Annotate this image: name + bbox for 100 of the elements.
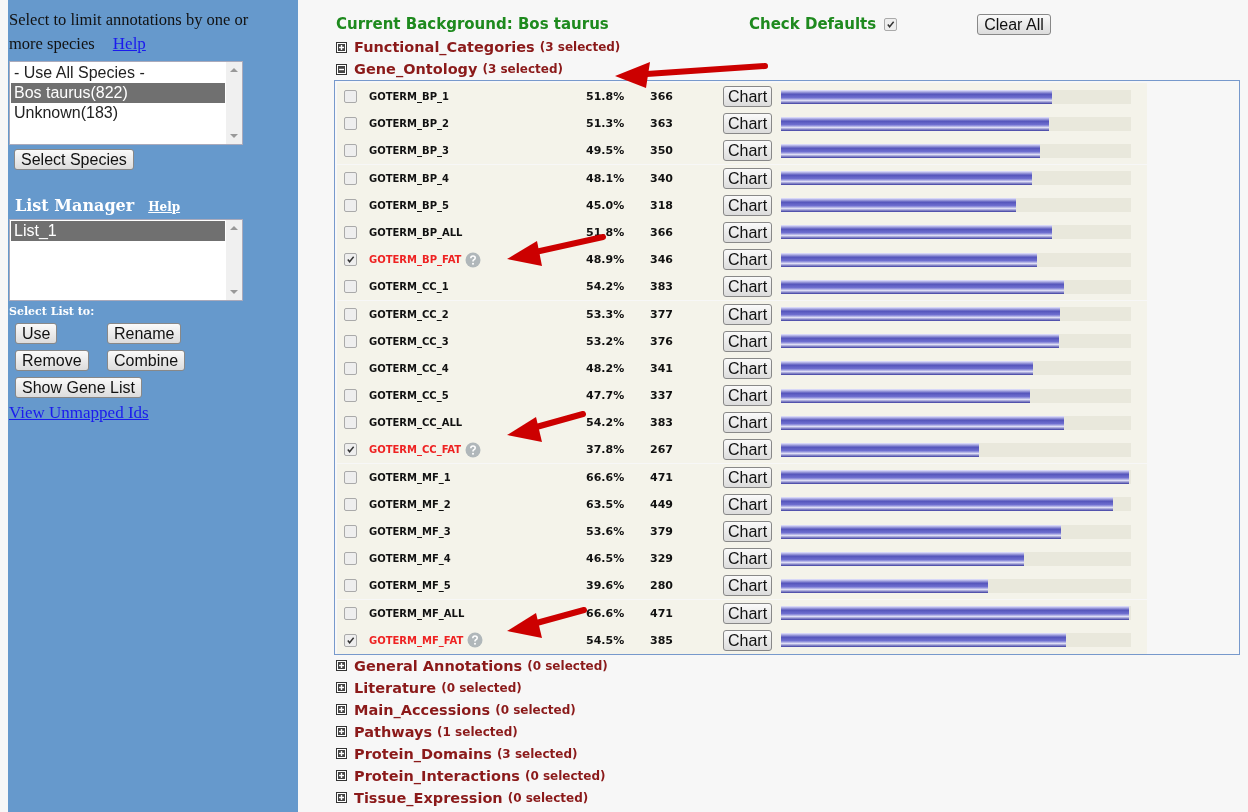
- term-checkbox[interactable]: [344, 470, 357, 484]
- list-action-button[interactable]: Remove: [15, 350, 89, 371]
- toggle-icon[interactable]: [336, 660, 347, 672]
- toggle-icon[interactable]: [336, 41, 347, 53]
- section-title[interactable]: Main_Accessions: [354, 701, 491, 718]
- term-name: GOTERM_BP_4: [369, 172, 449, 184]
- select-species-button[interactable]: Select Species: [14, 149, 134, 170]
- percent-value: 48.9%: [586, 253, 626, 267]
- term-checkbox[interactable]: [344, 361, 357, 375]
- term-checkbox[interactable]: [344, 416, 357, 430]
- term-checkbox[interactable]: [344, 117, 357, 131]
- chart-button[interactable]: Chart: [723, 412, 773, 434]
- chart-button[interactable]: Chart: [723, 439, 773, 461]
- section-title[interactable]: Literature: [354, 679, 437, 696]
- term-checkbox[interactable]: [344, 280, 357, 294]
- chart-button[interactable]: Chart: [723, 249, 773, 271]
- check-defaults-checkbox[interactable]: [884, 17, 898, 31]
- list-listbox[interactable]: List_1: [9, 219, 243, 301]
- chart-button[interactable]: Chart: [723, 385, 773, 407]
- species-option[interactable]: - Use All Species -: [11, 63, 225, 83]
- term-checkbox[interactable]: [344, 334, 357, 348]
- chart-button[interactable]: Chart: [723, 167, 773, 189]
- section-title[interactable]: Protein_Interactions: [354, 767, 520, 784]
- list-action-button[interactable]: Combine: [107, 350, 186, 371]
- percent-value: 39.6%: [586, 579, 626, 593]
- list-action-button[interactable]: Rename: [107, 323, 182, 344]
- chart-button[interactable]: Chart: [723, 113, 773, 135]
- species-option[interactable]: Unknown(183): [11, 103, 225, 123]
- toggle-icon[interactable]: [336, 748, 347, 760]
- chart-button[interactable]: Chart: [723, 548, 773, 570]
- show-gene-list-button[interactable]: Show Gene List: [15, 377, 142, 398]
- species-option[interactable]: Bos taurus(822): [11, 83, 225, 103]
- toggle-icon[interactable]: [336, 704, 347, 716]
- clear-all-button[interactable]: Clear All: [977, 13, 1051, 35]
- chart-button[interactable]: Chart: [723, 493, 773, 515]
- term-checkbox[interactable]: [344, 225, 357, 239]
- term-checkbox[interactable]: [344, 497, 357, 511]
- term-checkbox[interactable]: [344, 90, 357, 103]
- chart-button[interactable]: Chart: [723, 466, 773, 488]
- chart-button[interactable]: Chart: [723, 602, 773, 624]
- percent-value: 37.8%: [586, 443, 626, 457]
- term-name: GOTERM_MF_5: [369, 580, 451, 592]
- term-checkbox[interactable]: [344, 389, 357, 403]
- toggle-icon[interactable]: [336, 726, 347, 738]
- chart-button[interactable]: Chart: [723, 330, 773, 352]
- percent-value: 53.6%: [586, 525, 626, 538]
- species-listbox[interactable]: - Use All Species - Bos taurus(822) Unknown(183): [9, 61, 243, 145]
- chart-button[interactable]: Chart: [723, 629, 773, 651]
- chart-button[interactable]: Chart: [723, 575, 773, 597]
- gene-count: 280: [650, 579, 674, 593]
- term-checkbox[interactable]: [344, 552, 357, 566]
- list-option[interactable]: List_1: [11, 221, 225, 241]
- section-title[interactable]: Functional_Categories: [354, 39, 535, 55]
- section-title[interactable]: Tissue_Expression: [354, 789, 503, 806]
- term-checkbox[interactable]: [344, 307, 357, 321]
- chart-button[interactable]: Chart: [723, 221, 773, 243]
- selected-count: (3 selected): [482, 62, 564, 76]
- section-title[interactable]: Gene_Ontology: [354, 61, 478, 77]
- species-prompt: Select to limit annotations by one or more species Help: [9, 9, 250, 55]
- toggle-icon[interactable]: [336, 682, 347, 694]
- gene-count: 383: [650, 416, 674, 430]
- toggle-icon[interactable]: [336, 792, 347, 804]
- gene-count: 383: [650, 280, 674, 294]
- toggle-icon[interactable]: [336, 63, 347, 75]
- chart-button[interactable]: Chart: [723, 276, 773, 298]
- term-checkbox[interactable]: [344, 606, 357, 620]
- term-name: GOTERM_CC_3: [369, 335, 449, 347]
- chart-button[interactable]: Chart: [723, 140, 773, 162]
- toggle-icon[interactable]: [336, 770, 347, 782]
- term-name: GOTERM_BP_3: [369, 145, 449, 157]
- section-title[interactable]: General Annotations: [354, 657, 523, 674]
- percent-value: 54.2%: [586, 280, 626, 294]
- help-icon[interactable]: [465, 251, 482, 268]
- term-checkbox[interactable]: [344, 443, 357, 457]
- chart-button[interactable]: Chart: [723, 303, 773, 325]
- chart-button[interactable]: Chart: [723, 521, 773, 542]
- list-action-button[interactable]: Use: [15, 323, 58, 344]
- term-checkbox[interactable]: [344, 253, 357, 267]
- term-checkbox[interactable]: [344, 525, 357, 538]
- chart-button[interactable]: Chart: [723, 86, 773, 107]
- gene-count: 366: [650, 225, 674, 239]
- help-icon[interactable]: [467, 632, 484, 649]
- term-checkbox[interactable]: [344, 579, 357, 593]
- percent-value: 51.8%: [586, 90, 626, 103]
- section-title[interactable]: Protein_Domains: [354, 745, 492, 762]
- chart-button[interactable]: Chart: [723, 357, 773, 379]
- help-icon[interactable]: [465, 441, 482, 458]
- section-title[interactable]: Pathways: [354, 723, 433, 740]
- term-checkbox[interactable]: [344, 144, 357, 158]
- term-name: GOTERM_MF_FAT: [369, 634, 464, 646]
- gene-count: 363: [650, 117, 674, 131]
- scrollbar[interactable]: [226, 62, 242, 144]
- term-checkbox[interactable]: [344, 198, 357, 212]
- selected-count: (0 selected): [524, 768, 606, 783]
- list-manager-title: List Manager: [15, 196, 135, 215]
- term-checkbox[interactable]: [344, 171, 357, 185]
- scrollbar[interactable]: [226, 220, 242, 300]
- term-checkbox[interactable]: [344, 633, 357, 647]
- chart-button[interactable]: Chart: [723, 194, 773, 216]
- gene-count: 449: [650, 497, 674, 511]
